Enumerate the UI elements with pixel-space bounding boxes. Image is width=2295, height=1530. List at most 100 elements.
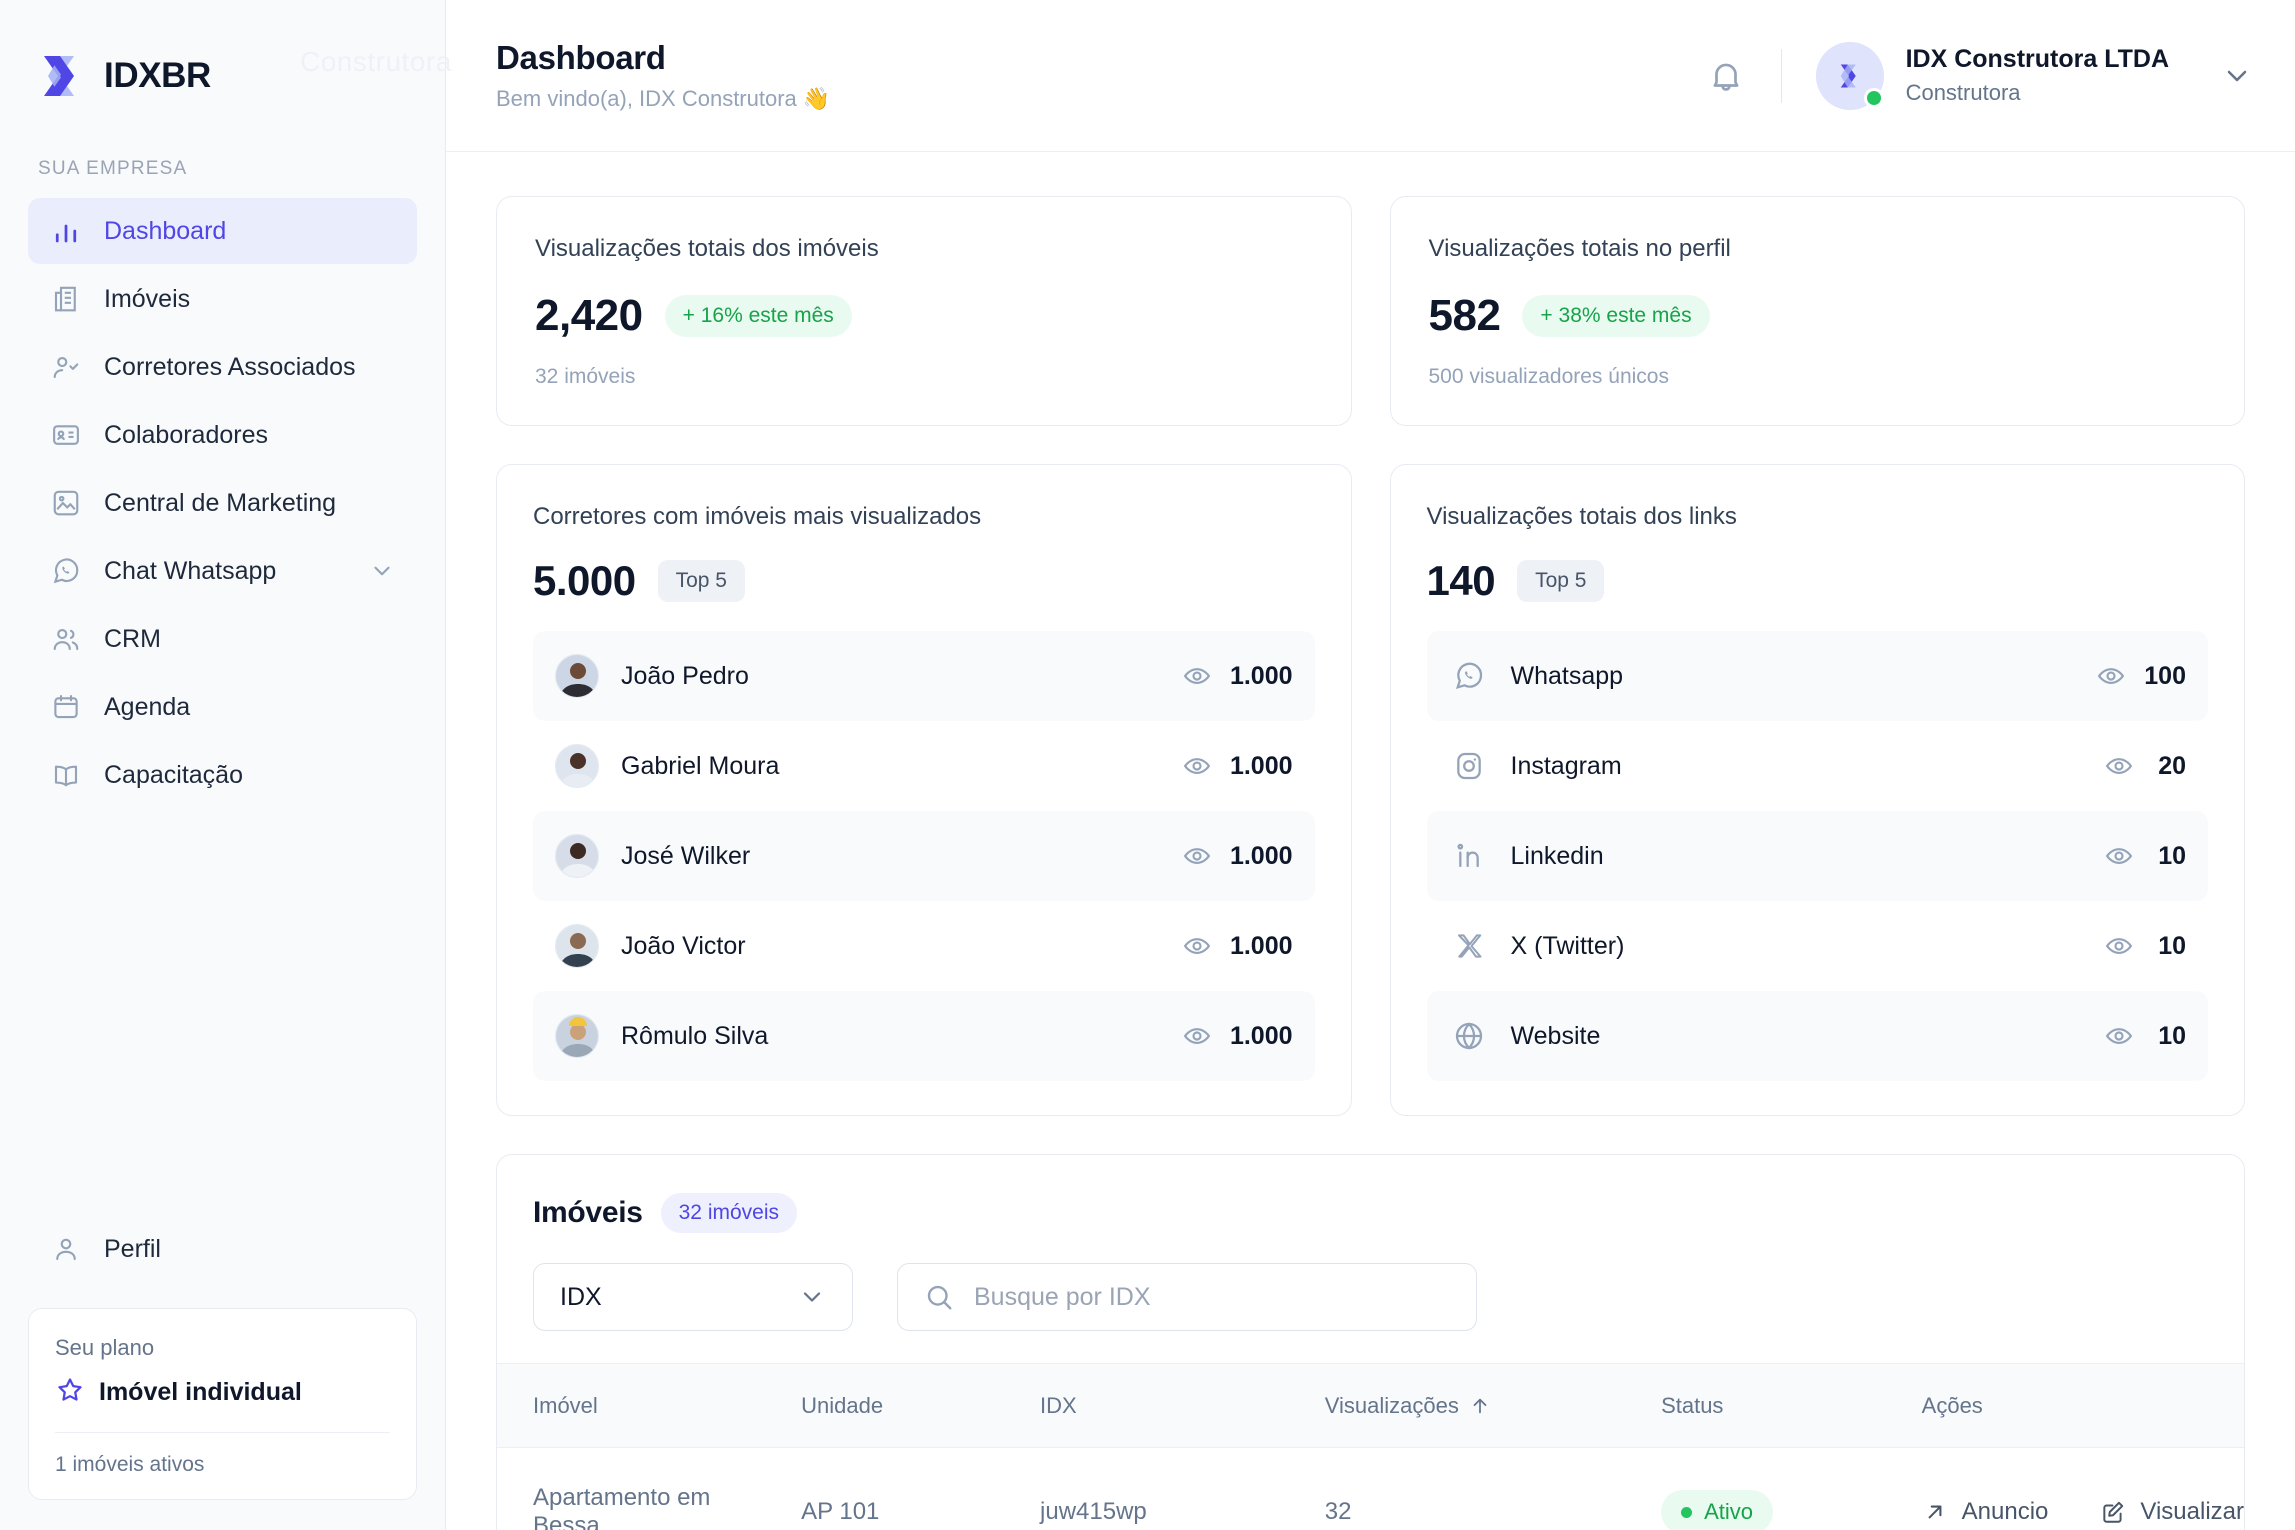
idx-filter-select[interactable]: IDX xyxy=(533,1263,853,1331)
eye-icon xyxy=(2096,661,2126,691)
building-icon xyxy=(50,283,82,315)
sidebar-item-imoveis[interactable]: Imóveis xyxy=(28,266,417,332)
properties-header: Imóveis 32 imóveis IDX xyxy=(497,1155,2244,1363)
bell-icon[interactable] xyxy=(1705,55,1747,97)
sidebar-item-label: Dashboard xyxy=(104,216,227,245)
image-icon xyxy=(50,487,82,519)
eye-icon xyxy=(1182,1021,1212,1051)
list-item[interactable]: Whatsapp 100 xyxy=(1426,631,2208,721)
stat-title: Visualizações totais dos imóveis xyxy=(535,235,879,262)
sidebar-item-label: CRM xyxy=(104,624,161,653)
links-total-value: 140 xyxy=(1426,557,1496,604)
list-item-label: João Pedro xyxy=(621,661,749,690)
eye-icon xyxy=(2104,931,2134,961)
list-item-label: José Wilker xyxy=(621,841,751,870)
links-card-title: Visualizações totais dos links xyxy=(1426,503,1737,530)
list-item[interactable]: João Pedro 1.000 xyxy=(533,631,1315,721)
column-header-imovel[interactable]: Imóvel xyxy=(497,1364,801,1448)
table-row[interactable]: Apartamento em Bessa... AP 101 juw415wp … xyxy=(497,1448,2244,1530)
list-item[interactable]: Rômulo Silva 1.000 xyxy=(533,991,1315,1081)
sidebar-item-agenda[interactable]: Agenda xyxy=(28,674,417,740)
sidebar: IDXBR Construtora SUA EMPRESA Dashboard … xyxy=(0,0,451,1530)
brokers-card: Corretores com imóveis mais visualizados… xyxy=(496,464,1352,1116)
sidebar-item-perfil[interactable]: Perfil xyxy=(28,1216,417,1282)
list-item[interactable]: Website 10 xyxy=(1426,991,2208,1081)
stat-card-property-views: Visualizações totais dos imóveis 2,420 +… xyxy=(496,196,1352,426)
list-item-count: 100 xyxy=(2144,661,2186,690)
main-area: Dashboard Bem vindo(a), IDX Construtora … xyxy=(446,0,2295,1530)
book-open-icon xyxy=(50,759,82,791)
sidebar-item-label: Perfil xyxy=(104,1234,161,1263)
column-header-idx[interactable]: IDX xyxy=(1040,1364,1325,1448)
brokers-card-head: 5.000 Top 5 xyxy=(533,557,1315,605)
page-heading: Dashboard Bem vindo(a), IDX Construtora … xyxy=(496,39,830,112)
links-card: Visualizações totais dos links 140 Top 5… xyxy=(1389,464,2245,1116)
properties-count-badge: 32 imóveis xyxy=(660,1193,798,1233)
chevron-down-icon[interactable] xyxy=(369,558,395,584)
arrow-up-right-icon xyxy=(1922,1499,1948,1525)
stat-card-profile-views: Visualizações totais no perfil 582 + 38%… xyxy=(1389,196,2245,426)
search-box[interactable] xyxy=(897,1263,1477,1331)
list-item[interactable]: José Wilker 1.000 xyxy=(533,811,1315,901)
brokers-card-title: Corretores com imóveis mais visualizados xyxy=(533,503,982,530)
sidebar-item-dashboard[interactable]: Dashboard xyxy=(28,198,417,264)
brokers-list: João Pedro 1.000 Gabriel Moura 1.000 Jos… xyxy=(533,631,1315,1081)
list-item-count: 1.000 xyxy=(1229,661,1293,690)
list-item[interactable]: Linkedin 10 xyxy=(1426,811,2208,901)
whatsapp-icon xyxy=(1449,656,1489,696)
list-item-label: Linkedin xyxy=(1510,841,1604,870)
list-item-metric: 1.000 xyxy=(1182,751,1293,781)
anuncio-button[interactable]: Anuncio xyxy=(1922,1498,2048,1526)
cell-status: Ativo xyxy=(1661,1448,1922,1530)
sidebar-item-crm[interactable]: CRM xyxy=(28,606,417,672)
list-item-label: Instagram xyxy=(1510,751,1622,780)
visualizar-label: Visualizar xyxy=(2140,1498,2244,1525)
lists-grid: Corretores com imóveis mais visualizados… xyxy=(496,426,2245,1116)
list-item-metric: 1.000 xyxy=(1182,841,1293,871)
avatar xyxy=(1815,41,1884,110)
globe-icon xyxy=(1449,1016,1489,1056)
topbar: Dashboard Bem vindo(a), IDX Construtora … xyxy=(446,0,2295,152)
column-header-visualizacoes[interactable]: Visualizações xyxy=(1325,1364,1661,1448)
stat-row: 582 + 38% este mês xyxy=(1429,291,2207,341)
column-header-unidade[interactable]: Unidade xyxy=(801,1364,1040,1448)
list-item[interactable]: Gabriel Moura 1.000 xyxy=(533,721,1315,811)
user-menu[interactable]: IDX Construtora LTDA Construtora xyxy=(1815,41,2253,110)
chevron-down-icon[interactable] xyxy=(2221,60,2253,92)
stat-delta-badge: + 16% este mês xyxy=(664,295,852,337)
list-item-label: Whatsapp xyxy=(1510,661,1624,690)
list-item[interactable]: João Victor 1.000 xyxy=(533,901,1315,991)
visualizar-button[interactable]: Visualizar xyxy=(2100,1498,2244,1526)
sidebar-item-corretores-associados[interactable]: Corretores Associados xyxy=(28,334,417,400)
search-input[interactable] xyxy=(974,1282,1450,1312)
user-info: IDX Construtora LTDA Construtora xyxy=(1906,45,2169,106)
list-item[interactable]: Instagram 20 xyxy=(1427,721,2209,811)
column-header-status[interactable]: Status xyxy=(1661,1364,1922,1448)
list-item-label: Gabriel Moura xyxy=(621,751,780,780)
list-item-metric: 10 xyxy=(2104,1021,2186,1051)
list-item-count: 10 xyxy=(2158,841,2186,870)
column-header-label: Visualizações xyxy=(1324,1392,1459,1418)
properties-table: Imóvel Unidade IDX Visualizações Status … xyxy=(497,1363,2244,1530)
stat-footer: 32 imóveis xyxy=(535,365,636,388)
sidebar-item-capacitacao[interactable]: Capacitação xyxy=(28,742,417,808)
brand-logo[interactable]: IDXBR Construtora xyxy=(0,0,451,110)
eye-icon xyxy=(2104,1021,2134,1051)
cell-idx: juw415wp xyxy=(1040,1498,1147,1525)
list-item-label: Rômulo Silva xyxy=(621,1021,769,1050)
dashboard-content: Visualizações totais dos imóveis 2,420 +… xyxy=(446,152,2295,1530)
sidebar-item-colaboradores[interactable]: Colaboradores xyxy=(28,402,417,468)
sidebar-footer: Perfil Seu plano Imóvel individual 1 imó… xyxy=(0,1216,445,1530)
chevron-down-icon xyxy=(798,1283,826,1311)
page-title: Dashboard xyxy=(496,39,666,76)
stat-value: 2,420 xyxy=(535,291,643,340)
list-item[interactable]: X (Twitter) 10 xyxy=(1427,901,2209,991)
properties-table-body: Apartamento em Bessa... AP 101 juw415wp … xyxy=(497,1448,2244,1530)
sidebar-item-central-de-marketing[interactable]: Central de Marketing xyxy=(28,470,417,536)
edit-square-icon xyxy=(2100,1499,2126,1525)
cell-unidade: AP 101 xyxy=(801,1498,880,1525)
sort-control[interactable]: Visualizações xyxy=(1325,1393,1491,1419)
sidebar-item-chat-whatsapp[interactable]: Chat Whatsapp xyxy=(28,538,417,604)
plan-card[interactable]: Seu plano Imóvel individual 1 imóveis at… xyxy=(28,1308,417,1500)
brand-watermark: Construtora xyxy=(300,46,452,77)
